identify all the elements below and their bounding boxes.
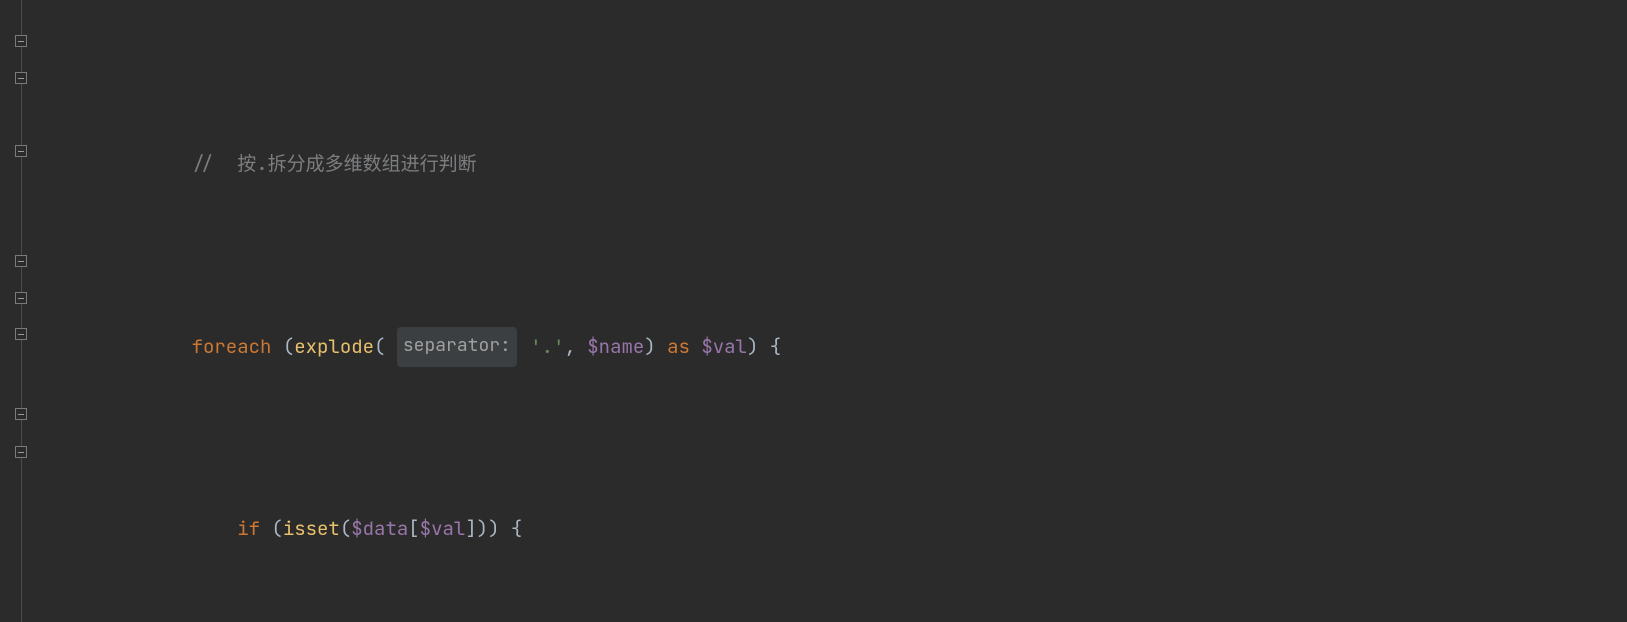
punct: (: [260, 511, 283, 548]
fold-toggle-icon[interactable]: [15, 328, 27, 340]
space: [519, 329, 530, 366]
fold-toggle-icon[interactable]: [15, 35, 27, 47]
fold-toggle-icon[interactable]: [15, 145, 27, 157]
punct: ])) {: [465, 511, 522, 548]
keyword: as: [667, 329, 690, 366]
code-area[interactable]: // 按.拆分成多维数组进行判断 foreach ( explode ( sep…: [46, 0, 1627, 622]
punct: [: [408, 511, 419, 548]
function-name: isset: [283, 511, 340, 548]
gutter: [0, 0, 46, 622]
fold-toggle-icon[interactable]: [15, 408, 27, 420]
code-line[interactable]: // 按.拆分成多维数组进行判断: [146, 146, 1627, 183]
code-editor[interactable]: // 按.拆分成多维数组进行判断 foreach ( explode ( sep…: [0, 0, 1627, 622]
keyword: if: [237, 511, 260, 548]
fold-toggle-icon[interactable]: [15, 72, 27, 84]
code-line[interactable]: foreach ( explode ( separator: '.' , $na…: [146, 329, 1627, 366]
fold-toggle-icon[interactable]: [15, 446, 27, 458]
punct: (: [340, 511, 351, 548]
string-literal: '.': [530, 329, 564, 366]
punct: ): [644, 329, 667, 366]
punct: (: [271, 329, 294, 366]
punct: ) {: [747, 329, 781, 366]
param-hint: separator:: [397, 327, 517, 367]
keyword: foreach: [192, 329, 272, 366]
punct: (: [374, 329, 397, 366]
space: [690, 329, 701, 366]
variable: $val: [420, 511, 466, 548]
variable: $data: [351, 511, 408, 548]
punct: ,: [564, 329, 587, 366]
function-name: explode: [294, 329, 374, 366]
variable: $name: [587, 329, 644, 366]
fold-toggle-icon[interactable]: [15, 292, 27, 304]
fold-guide-line: [21, 0, 22, 622]
comment-text: // 按.拆分成多维数组进行判断: [192, 146, 477, 183]
code-line[interactable]: if ( isset ( $data [ $val ])) {: [146, 511, 1627, 548]
fold-toggle-icon[interactable]: [15, 255, 27, 267]
variable: $val: [701, 329, 747, 366]
